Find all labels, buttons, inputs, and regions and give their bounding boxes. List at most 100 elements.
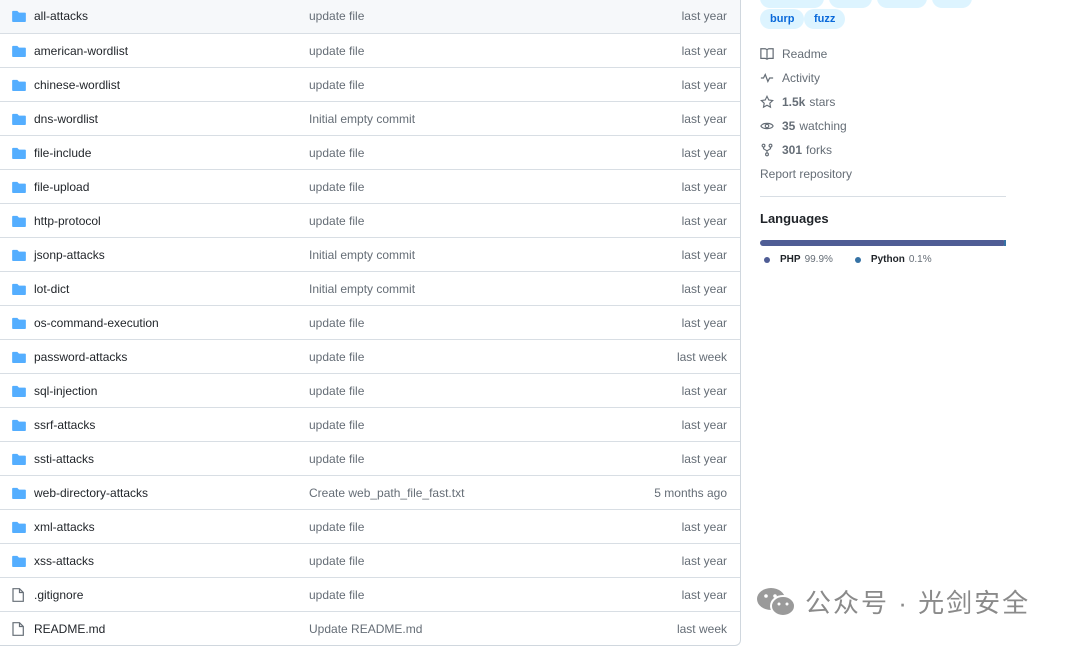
commit-date: last year xyxy=(681,179,727,194)
file-name-link[interactable]: os-command-execution xyxy=(34,316,309,330)
commit-message-link[interactable]: Initial empty commit xyxy=(309,248,620,262)
file-name-link[interactable]: .gitignore xyxy=(34,588,309,602)
topic-tag-burp[interactable]: burp xyxy=(760,9,805,29)
commit-date: last year xyxy=(681,43,727,58)
folder-icon xyxy=(12,10,26,22)
readme-link[interactable]: Readme xyxy=(760,42,1006,66)
commit-message-link[interactable]: Initial empty commit xyxy=(309,282,620,296)
report-repository-link[interactable]: Report repository xyxy=(760,162,1006,186)
file-name-link[interactable]: sql-injection xyxy=(34,384,309,398)
file-name-link[interactable]: file-include xyxy=(34,146,309,160)
topic-tag-fuzz[interactable]: fuzz xyxy=(804,9,846,29)
commit-message-link[interactable]: update file xyxy=(309,452,620,466)
file-row[interactable]: american-wordlist update file last year xyxy=(0,33,740,67)
file-row[interactable]: web-directory-attacks Create web_path_fi… xyxy=(0,475,740,509)
commit-message-link[interactable]: update file xyxy=(309,554,620,568)
file-name-link[interactable]: chinese-wordlist xyxy=(34,78,309,92)
file-row[interactable]: ssrf-attacks update file last year xyxy=(0,407,740,441)
file-name-link[interactable]: ssrf-attacks xyxy=(34,418,309,432)
divider xyxy=(760,196,1006,197)
watchers-link[interactable]: 35 watching xyxy=(760,114,1006,138)
file-row[interactable]: file-upload update file last year xyxy=(0,169,740,203)
topic-tag[interactable] xyxy=(760,0,824,8)
commit-message-link[interactable]: Initial empty commit xyxy=(309,112,620,126)
commit-message-link[interactable]: update file xyxy=(309,146,620,160)
folder-icon xyxy=(12,45,26,57)
file-row[interactable]: README.md Update README.md last week xyxy=(0,611,740,645)
commit-message-link[interactable]: update file xyxy=(309,180,620,194)
file-icon xyxy=(12,621,26,636)
book-icon xyxy=(760,48,774,60)
commit-message-link[interactable]: update file xyxy=(309,214,620,228)
file-name-link[interactable]: http-protocol xyxy=(34,214,309,228)
commit-message-link[interactable]: update file xyxy=(309,588,620,602)
commit-message-link[interactable]: update file xyxy=(309,9,620,23)
python-bar-segment xyxy=(1004,240,1006,246)
commit-message-link[interactable]: Create web_path_file_fast.txt xyxy=(309,486,620,500)
commit-date: last year xyxy=(681,77,727,92)
commit-date: last year xyxy=(681,383,727,398)
commit-message-link[interactable]: update file xyxy=(309,316,620,330)
folder-icon xyxy=(12,351,26,363)
commit-date: 5 months ago xyxy=(654,485,727,500)
file-row[interactable]: .gitignore update file last year xyxy=(0,577,740,611)
file-row[interactable]: dns-wordlist Initial empty commit last y… xyxy=(0,101,740,135)
topic-tag[interactable] xyxy=(932,0,972,8)
commit-date: last year xyxy=(681,247,727,262)
commit-message-link[interactable]: update file xyxy=(309,384,620,398)
file-name-link[interactable]: all-attacks xyxy=(34,9,309,23)
file-icon xyxy=(12,587,26,602)
commit-date: last week xyxy=(676,621,727,636)
folder-icon xyxy=(12,487,26,499)
folder-icon xyxy=(12,249,26,261)
file-name-link[interactable]: password-attacks xyxy=(34,350,309,364)
commit-date: last year xyxy=(681,111,727,126)
languages-heading: Languages xyxy=(760,211,829,226)
commit-message-link[interactable]: update file xyxy=(309,418,620,432)
commit-date: last year xyxy=(681,519,727,534)
file-name-link[interactable]: file-upload xyxy=(34,180,309,194)
file-row[interactable]: lot-dict Initial empty commit last year xyxy=(0,271,740,305)
commit-date: last year xyxy=(681,145,727,160)
folder-icon xyxy=(12,453,26,465)
file-name-link[interactable]: lot-dict xyxy=(34,282,309,296)
file-row[interactable]: jsonp-attacks Initial empty commit last … xyxy=(0,237,740,271)
commit-message-link[interactable]: update file xyxy=(309,350,620,364)
file-name-link[interactable]: README.md xyxy=(34,622,309,636)
file-name-link[interactable]: xml-attacks xyxy=(34,520,309,534)
file-name-link[interactable]: american-wordlist xyxy=(34,44,309,58)
file-name-link[interactable]: jsonp-attacks xyxy=(34,248,309,262)
file-row[interactable]: file-include update file last year xyxy=(0,135,740,169)
file-row[interactable]: http-protocol update file last year xyxy=(0,203,740,237)
file-row[interactable]: os-command-execution update file last ye… xyxy=(0,305,740,339)
topic-tag[interactable] xyxy=(829,0,872,8)
commit-message-link[interactable]: update file xyxy=(309,44,620,58)
forks-link[interactable]: 301 forks xyxy=(760,138,1006,162)
eye-icon xyxy=(760,122,774,130)
file-row[interactable]: ssti-attacks update file last year xyxy=(0,441,740,475)
file-row[interactable]: xml-attacks update file last year xyxy=(0,509,740,543)
file-row[interactable]: password-attacks update file last week xyxy=(0,339,740,373)
language-php[interactable]: PHP 99.9% xyxy=(760,254,833,265)
file-name-link[interactable]: dns-wordlist xyxy=(34,112,309,126)
folder-icon xyxy=(12,283,26,295)
file-row[interactable]: chinese-wordlist update file last year xyxy=(0,67,740,101)
file-name-link[interactable]: xss-attacks xyxy=(34,554,309,568)
file-row[interactable]: xss-attacks update file last year xyxy=(0,543,740,577)
commit-message-link[interactable]: Update README.md xyxy=(309,622,620,636)
commit-message-link[interactable]: update file xyxy=(309,520,620,534)
file-name-link[interactable]: web-directory-attacks xyxy=(34,486,309,500)
php-dot-icon xyxy=(764,256,770,263)
file-name-link[interactable]: ssti-attacks xyxy=(34,452,309,466)
commit-message-link[interactable]: update file xyxy=(309,78,620,92)
folder-icon xyxy=(12,317,26,329)
language-python[interactable]: Python 0.1% xyxy=(851,254,932,265)
topic-tag[interactable] xyxy=(877,0,927,8)
activity-link[interactable]: Activity xyxy=(760,66,1006,90)
file-row[interactable]: all-attacks update file last year xyxy=(0,0,740,33)
folder-icon xyxy=(12,419,26,431)
file-row[interactable]: sql-injection update file last year xyxy=(0,373,740,407)
commit-date: last year xyxy=(681,417,727,432)
stars-link[interactable]: 1.5k stars xyxy=(760,90,1006,114)
commit-date: last year xyxy=(681,213,727,228)
